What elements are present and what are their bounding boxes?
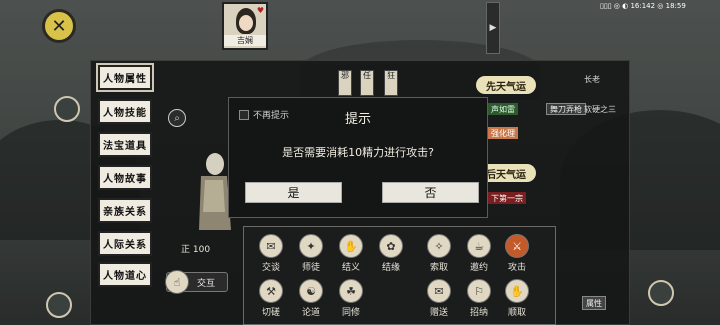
- cultivate-icon: ☘: [339, 279, 363, 303]
- map-icon[interactable]: [648, 280, 674, 306]
- sidebar-item-relations[interactable]: 人际关系: [98, 231, 152, 256]
- dialog-title: 提示: [344, 112, 371, 127]
- action-spar[interactable]: ⚒ 切磋: [254, 279, 288, 318]
- steal-icon: ✋: [505, 279, 529, 303]
- tab-wild[interactable]: 狂: [384, 70, 398, 96]
- trait-badge[interactable]: 下第一宗: [488, 192, 526, 204]
- crossed-swords-icon: ✕: [51, 15, 67, 37]
- interact-button[interactable]: ☝ 交互: [165, 270, 228, 294]
- innate-fate-label: 先天气运: [476, 76, 536, 94]
- sidebar-item-skills[interactable]: 人物技能: [98, 99, 152, 124]
- action-master[interactable]: ✦ 师徒: [294, 234, 328, 273]
- gift-icon: ✉: [427, 279, 451, 303]
- avatar-icon[interactable]: [54, 96, 80, 122]
- trait-badge[interactable]: 舞刀弄枪: [546, 103, 586, 115]
- tab-duty[interactable]: 任: [360, 70, 374, 96]
- bond-icon: ✿: [379, 234, 403, 258]
- request-icon: ✧: [427, 234, 451, 258]
- avatar-icon[interactable]: [46, 292, 72, 318]
- portrait-next-arrow[interactable]: ▶: [486, 2, 500, 54]
- rank-label: 长老: [584, 75, 600, 84]
- action-invite[interactable]: ☕ 邀约: [462, 234, 496, 273]
- recruit-icon: ⚐: [467, 279, 491, 303]
- debate-icon: ☯: [299, 279, 323, 303]
- action-panel: ✉ 交谈 ✦ 师徒 ✋ 结义 ✿ 结缘 ✧ 索取 ☕ 邀约 ⚔ 攻击 ⚒ 切磋 ☯ 论道 ☘ 同修 …: [243, 226, 556, 325]
- dialog-message: 是否需要消耗10精力进行攻击?: [282, 146, 434, 159]
- action-request[interactable]: ✧ 索取: [422, 234, 456, 273]
- hp-value: 正 100: [181, 245, 211, 255]
- action-debate[interactable]: ☯ 论道: [294, 279, 328, 318]
- action-recruit[interactable]: ⚐ 招纳: [462, 279, 496, 318]
- no-button[interactable]: 否: [382, 182, 479, 203]
- sidebar-item-story[interactable]: 人物故事: [98, 165, 152, 190]
- yes-button[interactable]: 是: [245, 182, 342, 203]
- spar-icon: ⚒: [259, 279, 283, 303]
- sworn-icon: ✋: [339, 234, 363, 258]
- action-sworn[interactable]: ✋ 结义: [334, 234, 368, 273]
- action-attack[interactable]: ⚔ 攻击: [500, 234, 534, 273]
- sidebar-item-dao-heart[interactable]: 人物道心: [98, 262, 152, 287]
- trait-badge[interactable]: 强化理: [488, 127, 518, 139]
- action-bond[interactable]: ✿ 结缘: [374, 234, 408, 273]
- action-talk[interactable]: ✉ 交谈: [254, 234, 288, 273]
- sidebar-item-kin[interactable]: 亲族关系: [98, 198, 152, 223]
- heart-icon: ♥: [256, 6, 264, 15]
- search-icon[interactable]: ⌕: [168, 109, 186, 127]
- status-bar: ▯▯▯ ◎ ◐ 16:142 ◎ 18:59: [600, 2, 686, 10]
- action-gift[interactable]: ✉ 赠送: [422, 279, 456, 318]
- confirm-dialog: 不再提示 提示 是否需要消耗10精力进行攻击? 是 否: [228, 97, 488, 218]
- trait-badge[interactable]: 声如雷: [488, 103, 518, 115]
- sidebar-item-attributes[interactable]: 人物属性: [96, 63, 154, 92]
- portrait-face: [239, 15, 253, 31]
- rank-label: 软硬之三: [584, 105, 616, 114]
- property-button[interactable]: 属性: [582, 296, 606, 310]
- close-button[interactable]: ✕: [42, 9, 76, 43]
- teapot-icon: ☕: [467, 234, 491, 258]
- sidebar-item-items[interactable]: 法宝道具: [98, 132, 152, 157]
- sword-icon: ⚔: [505, 234, 529, 258]
- hand-pointer-icon: ☝: [165, 270, 189, 294]
- action-steal[interactable]: ✋ 顺取: [500, 279, 534, 318]
- tab-evil[interactable]: 邪: [338, 70, 352, 96]
- master-icon: ✦: [299, 234, 323, 258]
- action-cultivate[interactable]: ☘ 同修: [334, 279, 368, 318]
- portrait-name: 吉娴: [224, 35, 266, 46]
- talk-icon: ✉: [259, 234, 283, 258]
- character-portrait[interactable]: ♥ 吉娴: [222, 2, 268, 50]
- interact-label: 交互: [196, 278, 215, 289]
